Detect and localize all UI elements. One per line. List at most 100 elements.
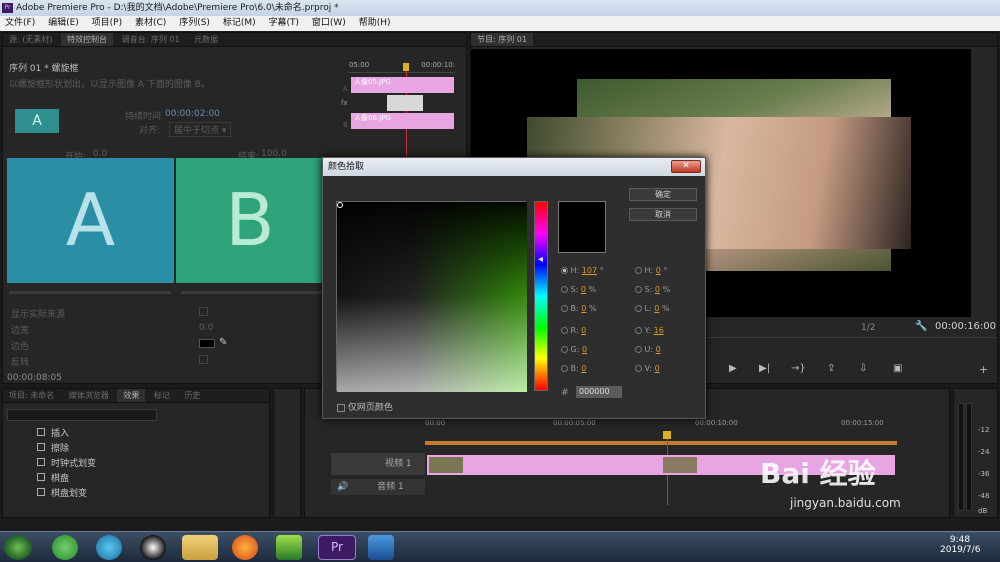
menu-marker[interactable]: 标记(M) — [218, 16, 261, 31]
radio-icon[interactable] — [561, 327, 568, 334]
mini-playhead-icon[interactable] — [403, 63, 409, 71]
field-rgb-g[interactable]: G: 0 — [561, 345, 587, 354]
align-dropdown[interactable]: 居中于切点 ▾ — [169, 122, 232, 137]
web-only-option[interactable]: 仅网页颜色 — [337, 400, 393, 413]
field-hsb-h[interactable]: H: 107 ° — [561, 266, 604, 275]
yuv-v-value[interactable]: 0 — [655, 364, 660, 373]
mini-clip-a[interactable]: 人像05.JPG — [351, 77, 454, 93]
mini-transition[interactable] — [387, 95, 423, 111]
web-only-checkbox[interactable] — [337, 403, 345, 412]
tab-metadata[interactable]: 元数据 — [188, 33, 224, 46]
list-item[interactable]: 擦除 — [37, 442, 96, 457]
hsb-b-value[interactable]: 0 — [581, 304, 586, 313]
yuv-y-value[interactable]: 16 — [654, 326, 664, 335]
radio-icon[interactable] — [561, 305, 568, 312]
mini-ruler[interactable]: 05:00 00:00:10: — [349, 61, 455, 73]
rgb-b-value[interactable]: 0 — [581, 364, 586, 373]
menu-clip[interactable]: 素材(C) — [130, 16, 171, 31]
mini-clip-b[interactable]: 人像06.JPG — [351, 113, 454, 129]
menu-help[interactable]: 帮助(H) — [354, 16, 396, 31]
field-rgb-b[interactable]: B: 0 — [561, 364, 586, 373]
playhead-icon[interactable] — [663, 431, 671, 439]
tab-source[interactable]: 源: (无素材) — [3, 33, 58, 46]
wrench-icon[interactable]: 🔧 — [915, 321, 927, 332]
hue-slider[interactable] — [534, 201, 548, 391]
radio-icon[interactable] — [635, 305, 642, 312]
color-field-cursor[interactable] — [337, 202, 343, 208]
tab-history[interactable]: 历史 — [178, 389, 206, 402]
ok-button[interactable]: 确定 — [629, 188, 697, 201]
goto-out-icon[interactable]: →} — [791, 363, 806, 374]
tab-audio-mixer[interactable]: 调音台: 序列 01 — [116, 33, 186, 46]
radio-icon[interactable] — [635, 286, 642, 293]
field-hsl-s[interactable]: S: 0 % — [635, 285, 670, 294]
field-hsl-l[interactable]: L: 0 % — [635, 304, 670, 313]
monitor-timecode[interactable]: 00:00:16:00 — [935, 321, 996, 332]
eyedropper-icon[interactable]: ✎ — [219, 337, 227, 348]
clock[interactable]: 9:48 2019/7/6 — [940, 535, 980, 555]
effect-timecode[interactable]: 00:00:08:05 — [7, 373, 62, 383]
reverse-checkbox[interactable] — [199, 355, 208, 364]
hsl-h-value[interactable]: 0 — [656, 266, 661, 275]
menu-sequence[interactable]: 序列(S) — [174, 16, 215, 31]
radio-icon[interactable] — [635, 327, 642, 334]
menu-title[interactable]: 字幕(T) — [263, 16, 304, 31]
radio-icon[interactable] — [561, 346, 568, 353]
color-field[interactable] — [336, 201, 527, 392]
security-app-icon[interactable] — [52, 535, 78, 560]
show-actual-checkbox[interactable] — [199, 307, 208, 316]
end-slider[interactable] — [181, 291, 323, 294]
rgb-g-value[interactable]: 0 — [582, 345, 587, 354]
work-area-bar[interactable] — [425, 441, 897, 445]
monitor-zoom[interactable]: 1/2 — [861, 323, 875, 333]
tab-markers[interactable]: 标记 — [148, 389, 176, 402]
radio-icon[interactable] — [561, 365, 568, 372]
menu-project[interactable]: 项目(P) — [87, 16, 127, 31]
rgb-r-value[interactable]: 0 — [581, 326, 586, 335]
close-icon[interactable]: ✕ — [671, 160, 701, 173]
start-button-icon[interactable] — [4, 535, 32, 560]
effects-search-input[interactable] — [7, 409, 157, 421]
tab-effects[interactable]: 效果 — [117, 389, 146, 402]
tab-effect-controls[interactable]: 特效控制台 — [61, 33, 114, 46]
menu-file[interactable]: 文件(F) — [0, 16, 40, 31]
radio-icon[interactable] — [561, 267, 568, 274]
hsl-s-value[interactable]: 0 — [655, 285, 660, 294]
hue-slider-handle[interactable]: ◂ — [538, 254, 543, 265]
dialog-titlebar[interactable]: 颜色拾取 ✕ — [323, 158, 705, 176]
field-hsb-b[interactable]: B: 0 % — [561, 304, 597, 313]
lift-icon[interactable]: ⇪ — [827, 363, 835, 374]
app-icon[interactable] — [368, 535, 394, 560]
add-button-icon[interactable]: + — [979, 363, 988, 376]
tab-project[interactable]: 项目: 未命名 — [3, 389, 60, 402]
hsl-l-value[interactable]: 0 — [654, 304, 659, 313]
audio-track-header[interactable]: 🔊 音频 1 — [331, 479, 425, 495]
hsb-s-value[interactable]: 0 — [581, 285, 586, 294]
video-track-header[interactable]: 视频 1 — [331, 453, 425, 475]
border-width-value[interactable]: 0.0 — [199, 323, 213, 333]
tab-program[interactable]: 节目: 序列 01 — [471, 33, 533, 46]
browser-app-icon[interactable] — [96, 535, 122, 560]
file-explorer-icon[interactable] — [182, 535, 218, 560]
video-app-icon[interactable] — [276, 535, 302, 560]
premiere-taskbar-icon[interactable]: Pr — [318, 535, 356, 560]
timeline-ruler[interactable]: 00:00 00:00:05:00 00:00:10:00 00:00:15:0… — [425, 419, 901, 431]
step-forward-icon[interactable]: ▶| — [759, 363, 770, 374]
list-item[interactable]: 插入 — [37, 427, 96, 442]
radio-icon[interactable] — [561, 286, 568, 293]
yuv-u-value[interactable]: 0 — [656, 345, 661, 354]
radio-icon[interactable] — [635, 346, 642, 353]
list-item[interactable]: 棋盘划变 — [37, 487, 96, 502]
border-color-swatch[interactable] — [199, 339, 215, 348]
firefox-icon[interactable] — [232, 535, 258, 560]
hsb-h-value[interactable]: 107 — [582, 266, 597, 275]
camera-icon[interactable]: ▣ — [893, 363, 902, 374]
cancel-button[interactable]: 取消 — [629, 208, 697, 221]
radio-icon[interactable] — [635, 365, 642, 372]
field-hsb-s[interactable]: S: 0 % — [561, 285, 596, 294]
field-rgb-r[interactable]: R: 0 — [561, 326, 586, 335]
list-item[interactable]: 棋盘 — [37, 472, 96, 487]
field-yuv-u[interactable]: U: 0 — [635, 345, 661, 354]
list-item[interactable]: 时钟式划变 — [37, 457, 96, 472]
radio-icon[interactable] — [635, 267, 642, 274]
